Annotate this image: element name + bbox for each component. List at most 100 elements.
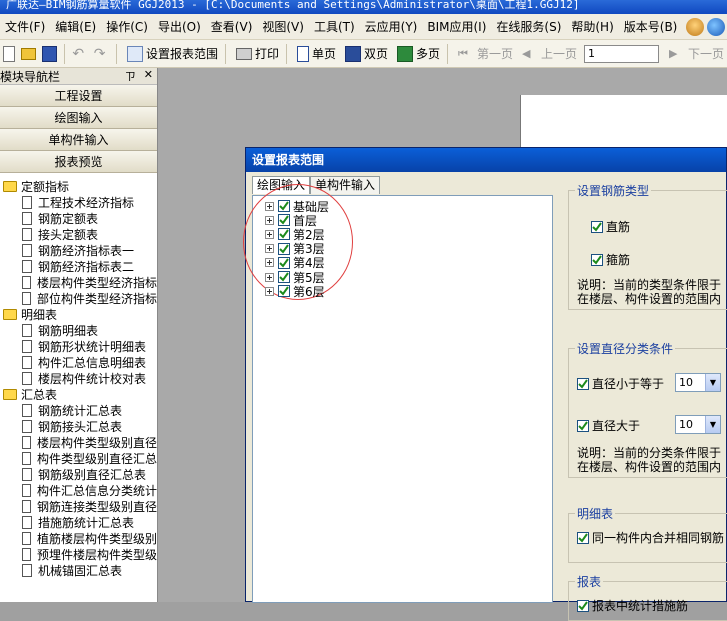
prev-page-button[interactable]: ◀ 上一页 [519,45,577,62]
double-page-button[interactable]: 双页 [342,45,388,62]
tree-item[interactable]: 楼层构件类型经济指标 [0,274,157,290]
merge-rebar-option[interactable]: 同一构件内合并相同钢筋 [577,529,724,546]
floor-checkbox[interactable] [278,228,290,241]
tree-item[interactable]: 构件汇总信息分类统计 [0,482,157,498]
tree-item[interactable]: 预埋件楼层构件类型级 [0,546,157,562]
menu-operation[interactable]: 操作(C) [101,14,153,39]
multi-page-button[interactable]: 多页 [394,45,440,62]
menu-version[interactable]: 版本号(B) [619,14,683,39]
menu-viewport[interactable]: 视图(V) [257,14,309,39]
tree-item[interactable]: 钢筋统计汇总表 [0,402,157,418]
tree-item[interactable]: 钢筋连接类型级别直径 [0,498,157,514]
save-icon[interactable] [42,45,58,62]
nav-button-single-component[interactable]: 单构件输入 [0,129,157,151]
print-label: 打印 [255,47,280,61]
floor-checkbox[interactable] [278,271,290,283]
open-folder-icon[interactable] [20,47,37,60]
expand-plus-icon[interactable] [265,244,274,254]
expand-plus-icon[interactable] [265,229,274,239]
tree-item[interactable]: 植筋楼层构件类型级别 [0,530,157,546]
tree-item[interactable]: 措施筋统计汇总表 [0,514,157,530]
tree-item[interactable]: 楼层构件类型级别直径 [0,434,157,450]
tree-item[interactable]: 工程技术经济指标 [0,194,157,210]
tree-item[interactable]: 钢筋经济指标表二 [0,258,157,274]
menu-help[interactable]: 帮助(H) [566,14,618,39]
diameter-gt-option[interactable]: 直径大于 [577,417,640,434]
menu-cloud[interactable]: 云应用(Y) [360,14,423,39]
menu-export[interactable]: 导出(O) [153,14,206,39]
tree-item-label: 钢筋连接类型级别直径 [36,499,157,514]
print-button[interactable]: 打印 [233,45,279,62]
first-page-button[interactable]: ⏮ 第一页 [455,45,513,62]
next-page-button[interactable]: ▶ 下一页 [666,45,724,62]
single-page-button[interactable]: 单页 [294,45,336,62]
menu-online[interactable]: 在线服务(S) [491,14,566,39]
diameter-le-option[interactable]: 直径小于等于 [577,375,664,392]
diameter-le-select[interactable]: 10 ▼ [675,373,721,392]
tree-item[interactable]: 钢筋明细表 [0,322,157,338]
tree-folder[interactable]: 明细表 [0,306,157,322]
diameter-le-checkbox[interactable] [577,377,589,390]
menu-file[interactable]: 文件(F) [0,14,50,39]
expand-plus-icon[interactable] [265,258,274,268]
menu-tools[interactable]: 工具(T) [309,14,360,39]
stirrup-option[interactable]: 箍筋 [591,251,630,268]
floor-checkbox[interactable] [278,242,290,255]
chevron-down-icon[interactable]: ▼ [705,416,720,433]
avatar-icon[interactable] [686,17,705,36]
tab-single-component[interactable]: 单构件输入 [310,176,381,194]
tree-item-label: 钢筋明细表 [38,323,99,338]
tree-item[interactable]: 构件汇总信息明细表 [0,354,157,370]
nav-button-report-preview[interactable]: 报表预览 [0,151,157,173]
page-number-input[interactable]: 1 [584,44,659,63]
close-icon[interactable]: ✕ [144,68,153,84]
floor-checkbox[interactable] [278,200,290,212]
floor-item[interactable]: 第6层 [265,284,325,299]
menu-bim[interactable]: BIM应用(I) [422,14,491,39]
report-title: 报表 [575,573,604,590]
tree-item[interactable]: 楼层构件统计校对表 [0,370,157,386]
globe-icon[interactable] [707,17,726,36]
measure-rebar-option[interactable]: 报表中统计措施筋 [577,597,688,614]
folder-icon [3,388,17,400]
nav-button-drawing-input[interactable]: 绘图输入 [0,107,157,129]
tree-folder[interactable]: 汇总表 [0,386,157,402]
tree-item[interactable]: 接头定额表 [0,226,157,242]
expand-plus-icon[interactable] [265,201,274,211]
stirrup-checkbox[interactable] [591,253,603,266]
set-report-range-button[interactable]: 设置报表范围 [124,45,218,62]
straight-rebar-checkbox[interactable] [591,220,603,233]
new-file-icon[interactable] [3,45,15,62]
diameter-gt-checkbox[interactable] [577,419,589,432]
tree-item[interactable]: 部位构件类型经济指标 [0,290,157,306]
redo-icon[interactable]: ↷ [94,46,109,62]
floor-checkbox[interactable] [278,214,290,227]
menu-edit[interactable]: 编辑(E) [50,14,101,39]
undo-icon[interactable]: ↶ [72,46,87,62]
floor-checkbox[interactable] [278,285,290,298]
tab-drawing-input[interactable]: 绘图输入 [252,176,311,194]
pin-icon[interactable]: ㄗ [125,68,136,84]
expand-plus-icon[interactable] [265,215,274,225]
tree-item[interactable]: 钢筋形状统计明细表 [0,338,157,354]
range-icon [127,45,144,62]
tree-item[interactable]: 钢筋定额表 [0,210,157,226]
tree-item[interactable]: 钢筋经济指标表一 [0,242,157,258]
tree-item[interactable]: 钢筋接头汇总表 [0,418,157,434]
expand-plus-icon[interactable] [265,272,274,282]
single-page-label: 单页 [311,47,336,61]
tree-item[interactable]: 钢筋级别直径汇总表 [0,466,157,482]
document-icon [22,259,32,273]
diameter-gt-select[interactable]: 10 ▼ [675,415,721,434]
tree-folder[interactable]: 定额指标 [0,178,157,194]
chevron-down-icon[interactable]: ▼ [705,374,720,391]
expand-plus-icon[interactable] [265,286,274,296]
tree-item[interactable]: 构件类型级别直径汇总 [0,450,157,466]
menu-view[interactable]: 查看(V) [206,14,258,39]
nav-button-project-settings[interactable]: 工程设置 [0,85,157,107]
tree-item[interactable]: 机械锚固汇总表 [0,562,157,578]
merge-rebar-checkbox[interactable] [577,531,589,544]
floor-checkbox[interactable] [278,256,290,269]
straight-rebar-option[interactable]: 直筋 [591,218,630,235]
measure-rebar-checkbox[interactable] [577,599,589,612]
